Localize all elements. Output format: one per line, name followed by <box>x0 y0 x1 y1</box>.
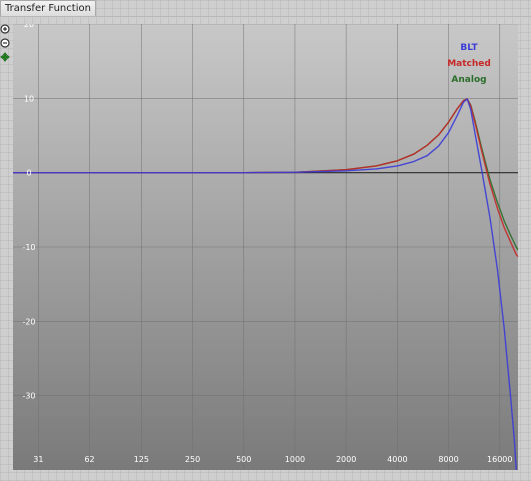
x-tick-label: 250 <box>185 455 200 464</box>
plot-controls <box>0 24 10 66</box>
legend-entry-blt: BLT <box>460 43 478 53</box>
y-tick-label: -10 <box>22 243 35 252</box>
legend-entry-matched: Matched <box>447 59 491 69</box>
x-tick-label: 1000 <box>285 455 305 464</box>
legend-entry-analog: Analog <box>451 75 486 85</box>
x-tick-label: 2000 <box>336 455 356 464</box>
transfer-function-chart: 20 10 0 -10 -20 -30 31 62 125 250 500 1000 2000 4000… <box>13 24 518 470</box>
tab-transfer-function[interactable]: Transfer Function <box>0 0 96 16</box>
tab-label: Transfer Function <box>5 3 91 14</box>
tab-divider <box>0 16 531 17</box>
x-tick-label: 125 <box>134 455 149 464</box>
y-tick-label: -20 <box>22 317 35 326</box>
y-tick-label: -30 <box>22 392 35 401</box>
x-tick-label: 500 <box>236 455 251 464</box>
zoom-out-icon[interactable] <box>0 38 10 48</box>
x-tick-label: 31 <box>33 455 43 464</box>
x-tick-label: 4000 <box>387 455 407 464</box>
x-tick-label: 8000 <box>438 455 458 464</box>
y-tick-label: 20 <box>24 24 34 29</box>
x-tick-label: 62 <box>84 455 94 464</box>
y-tick-label: 0 <box>26 169 31 178</box>
transfer-function-plot[interactable]: 20 10 0 -10 -20 -30 31 62 125 250 500 1000 2000 4000… <box>13 24 518 470</box>
zoom-in-icon[interactable] <box>0 24 10 34</box>
move-icon[interactable] <box>0 52 10 62</box>
y-tick-label: 10 <box>24 94 34 103</box>
x-tick-label: 16000 <box>487 455 512 464</box>
